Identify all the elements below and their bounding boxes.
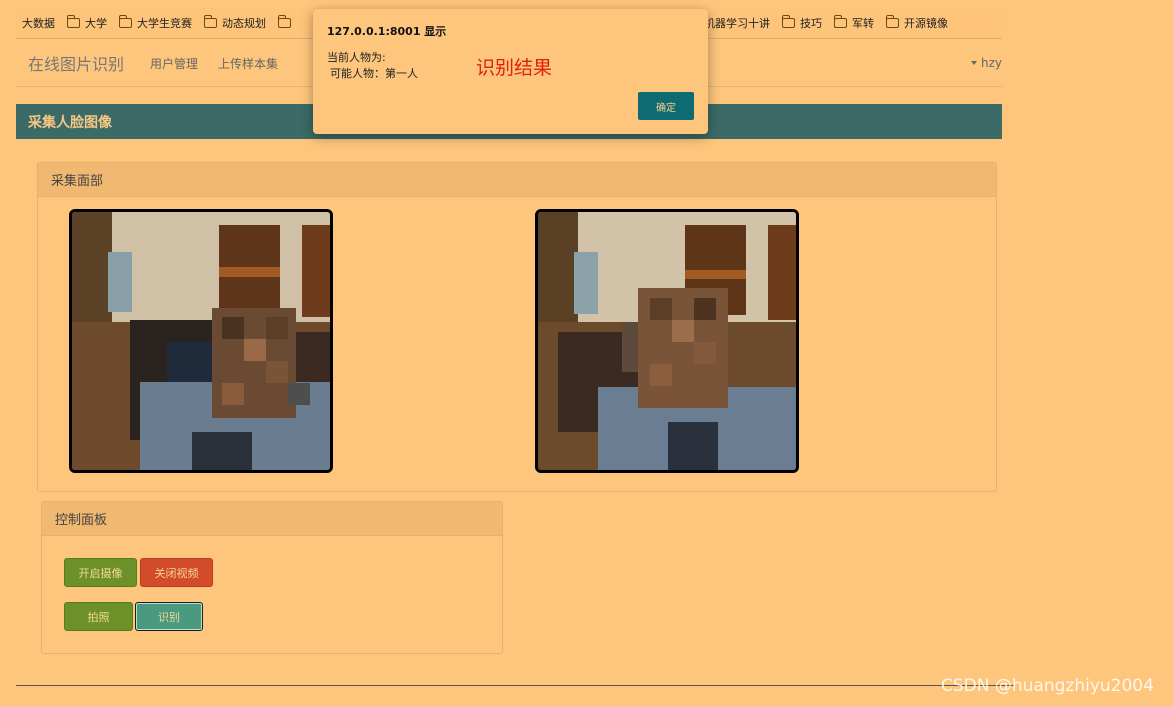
bookmark-folder[interactable]: 大学生竞赛	[118, 15, 192, 31]
captured-image	[538, 212, 796, 470]
open-camera-button[interactable]: 开启摄像	[64, 558, 137, 587]
captured-photo	[535, 209, 799, 473]
bookmark-label: 开源镜像	[904, 17, 948, 30]
bookmark-folder[interactable]: 开源镜像	[885, 15, 948, 31]
folder-icon	[66, 15, 80, 28]
video-frame-image	[72, 212, 330, 470]
user-menu[interactable]: hzy	[970, 40, 1002, 86]
bookmark-folder[interactable]	[277, 15, 296, 28]
capture-panel-heading: 采集面部	[38, 163, 996, 197]
control-panel: 控制面板 开启摄像 关闭视频 拍照 识别	[41, 501, 503, 654]
bookmark-label: 大数据	[22, 17, 55, 30]
bookmark-label: 机器学习十讲	[704, 17, 770, 30]
bookmark-label: 技巧	[800, 17, 822, 30]
bookmark-folder[interactable]: 大学	[66, 15, 107, 31]
folder-icon	[118, 15, 132, 28]
control-panel-heading: 控制面板	[42, 502, 502, 536]
bookmark-label: 大学	[85, 17, 107, 30]
nav-upload-samples[interactable]: 上传样本集	[218, 55, 278, 72]
bookmark-item[interactable]: 大数据	[22, 15, 55, 31]
result-annotation: 识别结果	[476, 57, 553, 79]
user-name: hzy	[980, 56, 1002, 70]
capture-panel-title: 采集面部	[51, 174, 104, 189]
dialog-ok-button[interactable]: 确定	[638, 92, 694, 120]
control-panel-title: 控制面板	[55, 513, 108, 528]
brand-link[interactable]: 在线图片识别	[28, 51, 124, 75]
dialog-title: 127.0.0.1:8001 显示	[327, 25, 447, 38]
take-photo-button[interactable]: 拍照	[64, 602, 133, 631]
bookmark-folder[interactable]: 动态规划	[203, 15, 266, 31]
close-video-button[interactable]: 关闭视频	[140, 558, 213, 587]
dialog-message-line1: 当前人物为:	[327, 51, 386, 64]
alert-dialog: 127.0.0.1:8001 显示 当前人物为: 可能人物：第一人 识别结果 确…	[313, 9, 708, 134]
nav-user-management[interactable]: 用户管理	[150, 55, 198, 72]
recognize-button[interactable]: 识别	[135, 602, 203, 631]
section-title: 采集人脸图像	[28, 114, 112, 131]
dialog-message-line2: 可能人物：第一人	[330, 67, 418, 80]
folder-icon	[203, 15, 217, 28]
caret-down-icon	[970, 61, 977, 65]
folder-icon	[833, 15, 847, 28]
folder-icon	[885, 15, 899, 28]
folder-icon	[781, 15, 795, 28]
bookmark-label: 大学生竞赛	[137, 17, 192, 30]
bookmark-folder[interactable]: 军转	[833, 15, 874, 31]
folder-icon	[277, 15, 291, 28]
bookmark-label: 动态规划	[222, 17, 266, 30]
capture-panel: 采集面部	[37, 162, 997, 492]
camera-video-feed	[69, 209, 333, 473]
bookmark-label: 军转	[852, 17, 874, 30]
bookmark-folder[interactable]: 技巧	[781, 15, 822, 31]
footer-divider	[16, 685, 1014, 686]
csdn-watermark: CSDN @huangzhiyu2004	[941, 676, 1154, 696]
